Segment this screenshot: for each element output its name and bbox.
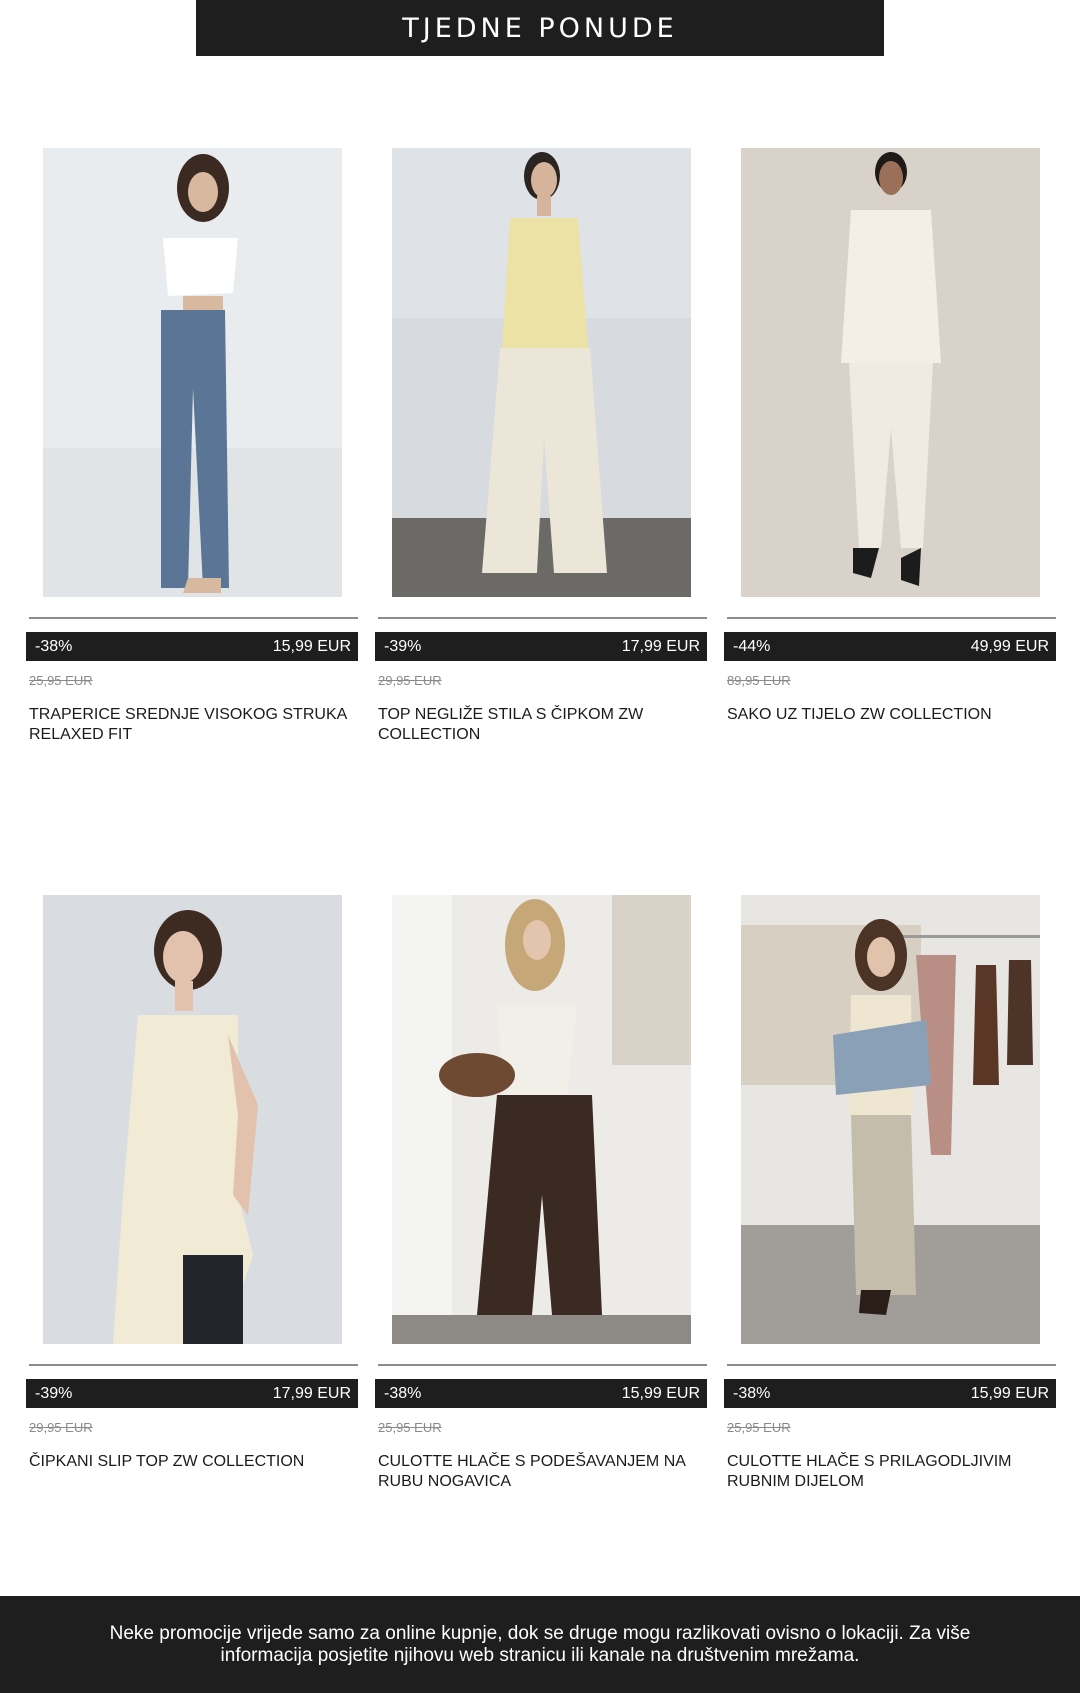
old-price: 29,95 EUR xyxy=(29,1420,93,1435)
footer-disclaimer: Neke promocije vrijede samo za online ku… xyxy=(0,1596,1080,1693)
product-name[interactable]: ČIPKANI SLIP TOP ZW COLLECTION xyxy=(29,1452,359,1472)
current-price: 15,99 EUR xyxy=(970,1384,1049,1402)
product-name[interactable]: TRAPERICE SREDNJE VISOKOG STRUKA RELAXED… xyxy=(29,705,359,745)
discount-badge: -38% xyxy=(35,637,73,655)
discount-badge: -38% xyxy=(384,1384,422,1402)
product-image[interactable] xyxy=(741,148,1040,597)
divider xyxy=(378,617,707,619)
old-price: 25,95 EUR xyxy=(378,1420,442,1435)
discount-badge: -38% xyxy=(733,1384,771,1402)
current-price: 17,99 EUR xyxy=(272,1384,351,1402)
product-image[interactable] xyxy=(392,895,691,1344)
current-price: 49,99 EUR xyxy=(970,637,1049,655)
price-bar: -38% 15,99 EUR xyxy=(26,632,358,661)
divider xyxy=(727,617,1056,619)
product-image[interactable] xyxy=(43,895,342,1344)
product-image[interactable] xyxy=(43,148,342,597)
product-image[interactable] xyxy=(392,148,691,597)
price-bar: -39% 17,99 EUR xyxy=(375,632,707,661)
old-price: 29,95 EUR xyxy=(378,673,442,688)
product-name[interactable]: TOP NEGLIŽE STILA S ČIPKOM ZW COLLECTION xyxy=(378,705,708,745)
page-title: TJEDNE PONUDE xyxy=(196,0,884,56)
product-name[interactable]: CULOTTE HLAČE S PRILAGODLJIVIM RUBNIM DI… xyxy=(727,1452,1057,1492)
price-bar: -44% 49,99 EUR xyxy=(724,632,1056,661)
current-price: 15,99 EUR xyxy=(621,1384,700,1402)
current-price: 15,99 EUR xyxy=(272,637,351,655)
divider xyxy=(29,1364,358,1366)
price-bar: -38% 15,99 EUR xyxy=(375,1379,707,1408)
price-bar: -39% 17,99 EUR xyxy=(26,1379,358,1408)
discount-badge: -39% xyxy=(35,1384,73,1402)
old-price: 25,95 EUR xyxy=(727,1420,791,1435)
current-price: 17,99 EUR xyxy=(621,637,700,655)
discount-badge: -44% xyxy=(733,637,771,655)
divider xyxy=(29,617,358,619)
product-name[interactable]: CULOTTE HLAČE S PODEŠAVANJEM NA RUBU NOG… xyxy=(378,1452,708,1492)
old-price: 25,95 EUR xyxy=(29,673,93,688)
product-name[interactable]: SAKO UZ TIJELO ZW COLLECTION xyxy=(727,705,1057,725)
disclaimer-text: Neke promocije vrijede samo za online ku… xyxy=(109,1622,971,1666)
price-bar: -38% 15,99 EUR xyxy=(724,1379,1056,1408)
old-price: 89,95 EUR xyxy=(727,673,791,688)
divider xyxy=(727,1364,1056,1366)
divider xyxy=(378,1364,707,1366)
discount-badge: -39% xyxy=(384,637,422,655)
product-image[interactable] xyxy=(741,895,1040,1344)
